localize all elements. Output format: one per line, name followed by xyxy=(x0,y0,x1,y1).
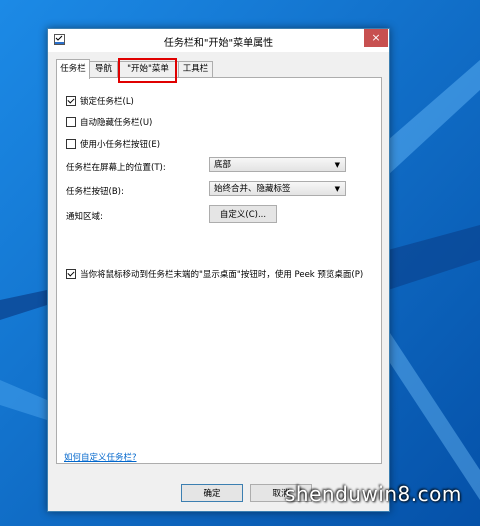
auto-hide-option[interactable]: 自动隐藏任务栏(U) xyxy=(66,116,152,128)
tab-panel: 锁定任务栏(L) 自动隐藏任务栏(U) 使用小任务栏按钮(E) 任务栏在屏幕上的… xyxy=(56,77,382,464)
peek-checkbox[interactable] xyxy=(66,269,76,279)
taskbar-buttons-select[interactable]: 始终合并、隐藏标签 ▼ xyxy=(209,181,346,196)
peek-label: 当你将鼠标移动到任务栏末端的"显示桌面"按钮时，使用 Peek 预览桌面(P) xyxy=(80,270,364,280)
small-buttons-label: 使用小任务栏按钮(E) xyxy=(80,140,161,150)
lock-taskbar-label: 锁定任务栏(L) xyxy=(80,97,134,107)
auto-hide-label: 自动隐藏任务栏(U) xyxy=(80,118,153,128)
ok-button[interactable]: 确定 xyxy=(181,484,243,502)
peek-option[interactable]: 当你将鼠标移动到任务栏末端的"显示桌面"按钮时，使用 Peek 预览桌面(P) xyxy=(66,268,363,280)
tab-toolbars[interactable]: 工具栏 xyxy=(178,61,213,77)
position-select[interactable]: 底部 ▼ xyxy=(209,157,346,172)
tab-navigation[interactable]: 导航 xyxy=(89,61,118,77)
taskbar-properties-dialog: 任务栏和"开始"菜单属性 × 任务栏 导航 "开始"菜单 工具栏 锁定任务栏(L… xyxy=(47,28,390,512)
customize-help-link[interactable]: 如何自定义任务栏? xyxy=(64,451,137,463)
close-button[interactable]: × xyxy=(364,29,388,47)
customize-button[interactable]: 自定义(C)... xyxy=(209,205,277,223)
position-value: 底部 xyxy=(214,160,232,170)
auto-hide-checkbox[interactable] xyxy=(66,117,76,127)
position-label: 任务栏在屏幕上的位置(T): xyxy=(66,163,166,173)
window-title: 任务栏和"开始"菜单属性 xyxy=(163,38,274,49)
chevron-down-icon: ▼ xyxy=(334,185,340,193)
tab-taskbar[interactable]: 任务栏 xyxy=(56,59,90,79)
lock-taskbar-checkbox[interactable] xyxy=(66,96,76,106)
chevron-down-icon: ▼ xyxy=(334,161,340,169)
taskbar-buttons-value: 始终合并、隐藏标签 xyxy=(214,184,291,194)
notification-area-label: 通知区域: xyxy=(66,212,103,222)
watermark: shenduwin8.com xyxy=(285,482,462,506)
small-buttons-checkbox[interactable] xyxy=(66,139,76,149)
lock-taskbar-option[interactable]: 锁定任务栏(L) xyxy=(66,95,134,107)
title-bar: 任务栏和"开始"菜单属性 × xyxy=(48,29,389,52)
small-buttons-option[interactable]: 使用小任务栏按钮(E) xyxy=(66,138,160,150)
start-menu-tab-highlight xyxy=(118,58,177,83)
taskbar-buttons-label: 任务栏按钮(B): xyxy=(66,187,124,197)
